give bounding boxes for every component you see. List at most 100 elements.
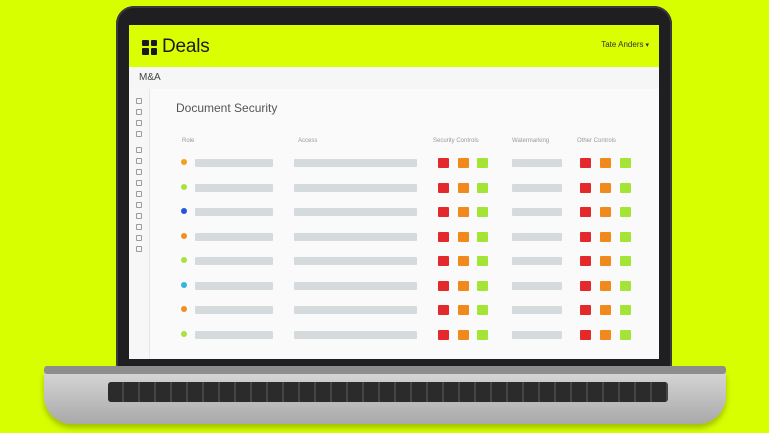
other-control-green-toggle[interactable] xyxy=(620,158,631,168)
security-control-green-toggle[interactable] xyxy=(477,158,488,168)
security-control-orange-toggle[interactable] xyxy=(458,182,469,193)
other-control-orange-toggle[interactable] xyxy=(600,158,611,168)
security-control-green-toggle[interactable] xyxy=(477,305,488,315)
security-control-green-toggle[interactable] xyxy=(477,280,488,291)
watermarking-placeholder-bar xyxy=(512,232,562,241)
security-control-red-toggle[interactable] xyxy=(438,280,449,291)
security-control-red-toggle[interactable] xyxy=(438,305,449,315)
role-placeholder-bar xyxy=(195,257,273,265)
other-control-red-toggle[interactable] xyxy=(580,256,591,266)
security-control-orange-toggle[interactable] xyxy=(458,305,469,315)
access-placeholder-bar xyxy=(294,306,417,314)
other-control-green-toggle[interactable] xyxy=(620,182,631,193)
security-control-orange-toggle[interactable] xyxy=(458,231,469,242)
role-color-dot xyxy=(181,306,187,312)
laptop-screen: Deals Tate Anders ▾ M&A Document Security… xyxy=(129,25,659,359)
security-control-red-toggle[interactable] xyxy=(438,158,449,168)
security-control-red-toggle[interactable] xyxy=(438,207,449,217)
security-control-orange-toggle[interactable] xyxy=(458,256,469,266)
sidebar-nav-icon[interactable] xyxy=(136,169,142,175)
watermarking-placeholder-bar xyxy=(512,330,562,339)
sidebar-nav-icon[interactable] xyxy=(136,158,142,164)
other-control-orange-toggle[interactable] xyxy=(600,280,611,291)
role-placeholder-bar xyxy=(195,159,273,167)
access-placeholder-bar xyxy=(294,330,417,339)
role-color-dot xyxy=(181,330,187,337)
watermarking-placeholder-bar xyxy=(512,208,562,216)
access-placeholder-bar xyxy=(294,183,417,192)
other-control-orange-toggle[interactable] xyxy=(600,256,611,266)
other-control-orange-toggle[interactable] xyxy=(600,305,611,315)
laptop-keyboard xyxy=(108,382,668,402)
sidebar xyxy=(129,89,150,359)
security-control-red-toggle[interactable] xyxy=(438,256,449,266)
table-row[interactable] xyxy=(150,276,659,296)
table-row[interactable] xyxy=(150,325,659,345)
security-control-red-toggle[interactable] xyxy=(438,182,449,193)
table-row[interactable] xyxy=(150,227,659,247)
other-control-red-toggle[interactable] xyxy=(580,182,591,193)
other-control-orange-toggle[interactable] xyxy=(600,207,611,217)
table-row[interactable] xyxy=(150,178,659,198)
security-control-green-toggle[interactable] xyxy=(477,256,488,266)
security-control-red-toggle[interactable] xyxy=(438,329,449,340)
other-control-green-toggle[interactable] xyxy=(620,280,631,291)
sidebar-nav-icon[interactable] xyxy=(136,180,142,186)
other-control-red-toggle[interactable] xyxy=(580,280,591,291)
other-control-green-toggle[interactable] xyxy=(620,329,631,340)
security-control-green-toggle[interactable] xyxy=(477,231,488,242)
sidebar-nav-icon[interactable] xyxy=(136,120,142,126)
other-control-green-toggle[interactable] xyxy=(620,231,631,242)
security-control-orange-toggle[interactable] xyxy=(458,207,469,217)
other-control-orange-toggle[interactable] xyxy=(600,182,611,193)
brand[interactable]: Deals xyxy=(142,36,210,58)
security-control-red-toggle[interactable] xyxy=(438,231,449,242)
sidebar-nav-icon[interactable] xyxy=(136,202,142,208)
table-row[interactable] xyxy=(150,251,659,271)
security-control-green-toggle[interactable] xyxy=(477,207,488,217)
security-control-green-toggle[interactable] xyxy=(477,329,488,340)
table-row[interactable] xyxy=(150,300,659,320)
other-control-red-toggle[interactable] xyxy=(580,207,591,217)
role-placeholder-bar xyxy=(195,232,273,241)
watermarking-placeholder-bar xyxy=(512,159,562,167)
page-title: Document Security xyxy=(176,101,278,115)
sidebar-nav-icon[interactable] xyxy=(136,131,142,137)
other-control-green-toggle[interactable] xyxy=(620,256,631,266)
sidebar-nav-icon[interactable] xyxy=(136,98,142,104)
sidebar-nav-icon[interactable] xyxy=(136,235,142,241)
sidebar-nav-icon[interactable] xyxy=(136,109,142,115)
other-control-red-toggle[interactable] xyxy=(580,329,591,340)
role-placeholder-bar xyxy=(195,306,273,314)
role-color-dot xyxy=(181,159,187,165)
table-row[interactable] xyxy=(150,202,659,222)
other-control-red-toggle[interactable] xyxy=(580,231,591,242)
user-menu[interactable]: Tate Anders ▾ xyxy=(601,40,649,49)
role-placeholder-bar xyxy=(195,208,273,216)
user-menu-label: Tate Anders xyxy=(601,40,644,49)
security-control-green-toggle[interactable] xyxy=(477,182,488,193)
sidebar-nav-icon[interactable] xyxy=(136,224,142,230)
sidebar-nav-icon[interactable] xyxy=(136,191,142,197)
sidebar-nav-icon[interactable] xyxy=(136,147,142,153)
role-color-dot xyxy=(181,208,187,214)
role-placeholder-bar xyxy=(195,183,273,192)
security-control-orange-toggle[interactable] xyxy=(458,158,469,168)
other-control-green-toggle[interactable] xyxy=(620,207,631,217)
app-header: Deals Tate Anders ▾ xyxy=(129,25,659,67)
other-control-green-toggle[interactable] xyxy=(620,305,631,315)
column-header-access: Access xyxy=(298,138,318,144)
sidebar-nav-icon[interactable] xyxy=(136,246,142,252)
access-placeholder-bar xyxy=(294,208,417,216)
sidebar-nav-icon[interactable] xyxy=(136,213,142,219)
other-control-orange-toggle[interactable] xyxy=(600,329,611,340)
other-control-orange-toggle[interactable] xyxy=(600,231,611,242)
security-control-orange-toggle[interactable] xyxy=(458,329,469,340)
breadcrumb-bar: M&A xyxy=(129,67,659,90)
table-row[interactable] xyxy=(150,153,659,173)
role-placeholder-bar xyxy=(195,330,273,339)
breadcrumb[interactable]: M&A xyxy=(139,72,161,83)
other-control-red-toggle[interactable] xyxy=(580,158,591,168)
security-control-orange-toggle[interactable] xyxy=(458,280,469,291)
other-control-red-toggle[interactable] xyxy=(580,305,591,315)
